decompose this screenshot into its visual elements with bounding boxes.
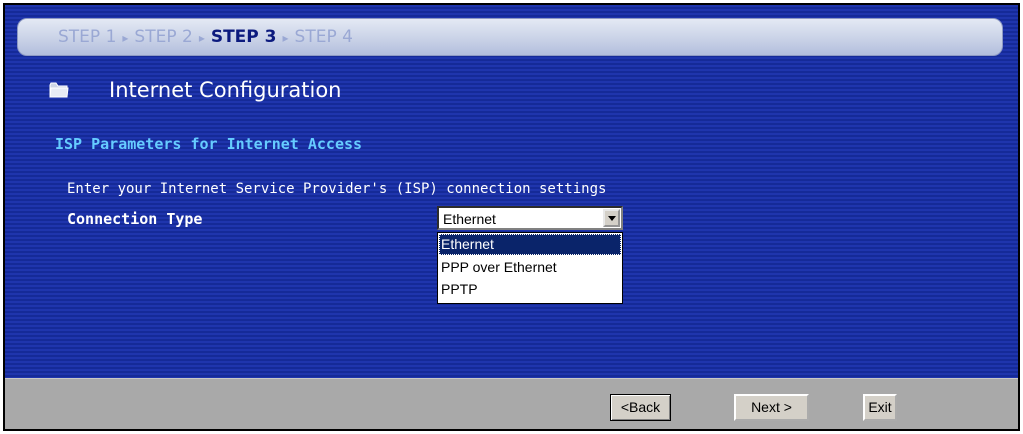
step-separator-icon: ▸ xyxy=(282,31,289,45)
back-button[interactable]: <Back xyxy=(610,394,671,421)
option-ethernet[interactable]: Ethernet xyxy=(439,234,621,255)
connection-type-value: Ethernet xyxy=(443,211,496,227)
step-2: STEP 2 xyxy=(134,27,193,47)
section-title: ISP Parameters for Internet Access xyxy=(55,135,363,153)
step-separator-icon: ▸ xyxy=(198,31,205,45)
option-pppoe[interactable]: PPP over Ethernet xyxy=(439,257,621,278)
chevron-down-icon[interactable] xyxy=(603,209,620,227)
wizard-window: STEP 1 ▸ STEP 2 ▸ STEP 3 ▸ STEP 4 Internet Con… xyxy=(3,3,1020,431)
step-list: STEP 1 ▸ STEP 2 ▸ STEP 3 ▸ STEP 4 xyxy=(58,27,353,48)
step-4: STEP 4 xyxy=(294,27,353,47)
step-1: STEP 1 xyxy=(58,27,117,47)
connection-type-label: Connection Type xyxy=(67,210,203,228)
button-bar: <Back Next > Exit xyxy=(5,378,1018,429)
exit-button[interactable]: Exit xyxy=(863,394,897,421)
next-button[interactable]: Next > xyxy=(734,394,809,421)
wizard-panel: STEP 1 ▸ STEP 2 ▸ STEP 3 ▸ STEP 4 Internet Con… xyxy=(5,5,1018,378)
step-progress-bar: STEP 1 ▸ STEP 2 ▸ STEP 3 ▸ STEP 4 xyxy=(17,18,1003,56)
page-title: Internet Configuration xyxy=(109,78,342,102)
connection-type-options: Ethernet PPP over Ethernet PPTP xyxy=(437,232,623,304)
connection-type-select[interactable]: Ethernet xyxy=(437,206,623,230)
instructions-text: Enter your Internet Service Provider's (… xyxy=(67,181,607,197)
step-3-current: STEP 3 xyxy=(210,27,277,47)
step-separator-icon: ▸ xyxy=(122,31,129,45)
folder-icon xyxy=(49,81,69,99)
option-pptp[interactable]: PPTP xyxy=(439,279,621,300)
